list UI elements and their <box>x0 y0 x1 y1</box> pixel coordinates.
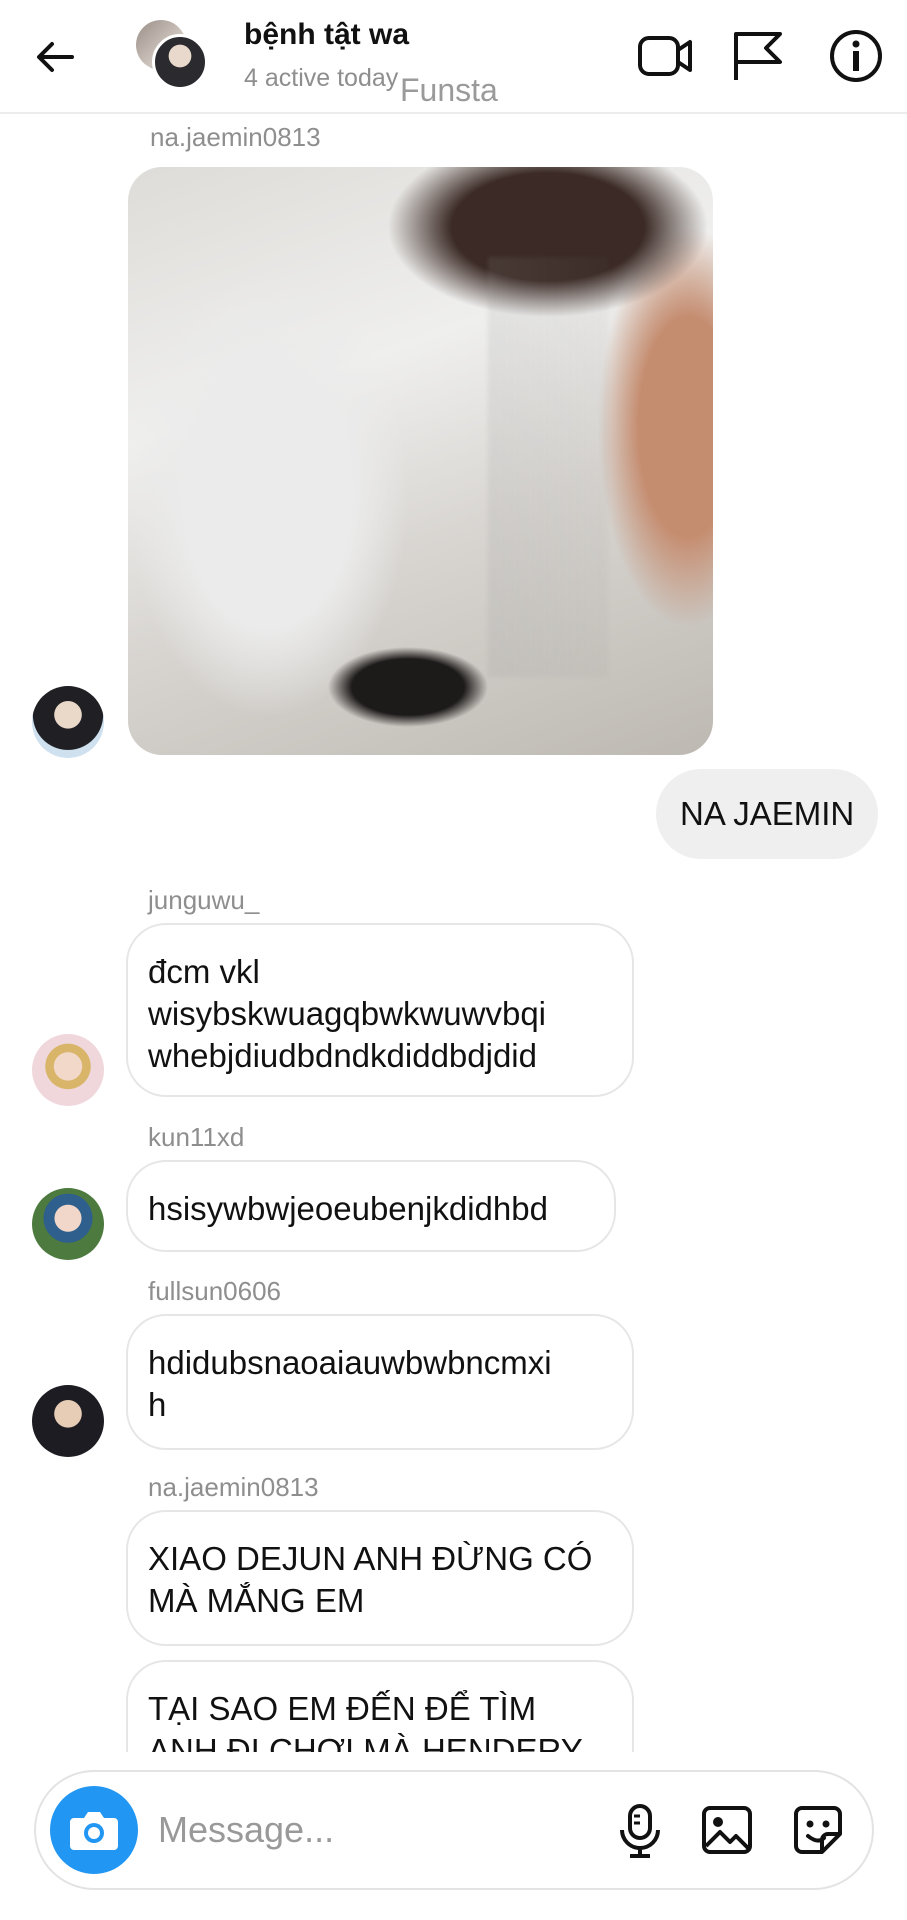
received-message[interactable]: TẠI SAO EM ĐẾN ĐỂ TÌM ANH ĐI CHƠI MÀ HEN… <box>126 1660 634 1752</box>
camera-icon <box>70 1812 118 1850</box>
message-composer <box>34 1770 874 1890</box>
camera-button[interactable] <box>50 1786 138 1874</box>
message-input[interactable] <box>158 1802 498 1858</box>
message-clip: TẠI SAO EM ĐẾN ĐỂ TÌM ANH ĐI CHƠI MÀ HEN… <box>0 0 907 1752</box>
gallery-icon[interactable] <box>698 1800 758 1860</box>
sticker-icon[interactable] <box>788 1800 848 1860</box>
microphone-icon[interactable] <box>610 1800 670 1860</box>
